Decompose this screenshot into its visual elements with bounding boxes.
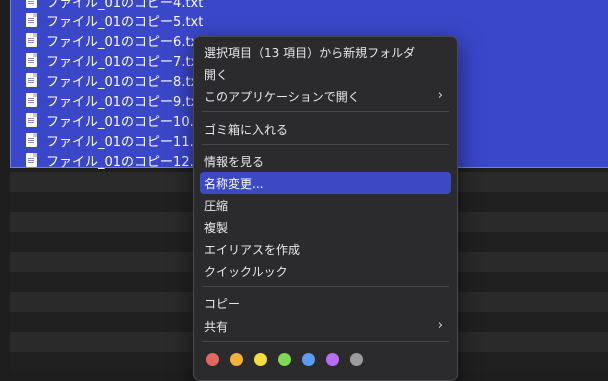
document-icon — [26, 53, 37, 67]
document-icon — [26, 73, 37, 87]
menu-item-open-with[interactable]: このアプリケーションで開く › — [200, 85, 451, 107]
menu-item-label: エイリアスを作成 — [204, 242, 301, 257]
menu-item-label: このアプリケーションで開く — [204, 89, 360, 104]
document-icon — [26, 153, 37, 167]
menu-item-quick-look[interactable]: クイックルック — [200, 260, 451, 282]
menu-item-label: クイックルック — [204, 264, 288, 279]
menu-separator — [202, 144, 449, 145]
file-name: ファイル_01のコピー11.txt — [46, 134, 212, 150]
file-name: ファイル_01のコピー7.txt — [46, 54, 204, 70]
context-menu: 選択項目（13 項目）から新規フォルダ 開く このアプリケーションで開く › ゴ… — [193, 36, 458, 381]
menu-item-label: ゴミ箱に入れる — [204, 122, 289, 137]
file-row[interactable]: ファイル_01のコピー5.txt — [26, 10, 203, 30]
tag-purple[interactable] — [326, 353, 339, 366]
menu-item-duplicate[interactable]: 複製 — [200, 216, 451, 238]
menu-item-label: 開く — [204, 67, 229, 82]
menu-item-compress[interactable]: 圧縮 — [200, 194, 451, 216]
menu-item-label: 圧縮 — [204, 198, 229, 213]
menu-item-label: 複製 — [204, 220, 229, 235]
tag-orange[interactable] — [230, 353, 243, 366]
menu-item-label: 名称変更... — [204, 176, 264, 191]
document-icon — [26, 133, 37, 147]
menu-item-move-to-trash[interactable]: ゴミ箱に入れる — [200, 118, 451, 140]
tag-color-row — [206, 353, 374, 366]
file-row[interactable]: ファイル_01のコピー11.txt — [26, 130, 212, 150]
tag-yellow[interactable] — [254, 353, 267, 366]
document-icon — [26, 93, 37, 107]
menu-item-make-alias[interactable]: エイリアスを作成 — [200, 238, 451, 260]
document-icon — [26, 33, 37, 47]
chevron-right-icon: › — [437, 318, 443, 333]
menu-item-new-folder-with-selection[interactable]: 選択項目（13 項目）から新規フォルダ — [200, 41, 451, 63]
tag-blue[interactable] — [302, 353, 315, 366]
file-name: ファイル_01のコピー6.txt — [46, 34, 204, 50]
tag-red[interactable] — [206, 353, 219, 366]
file-name: ファイル_01のコピー8.txt — [46, 74, 204, 90]
file-name: ファイル_01のコピー5.txt — [46, 14, 204, 30]
document-icon — [26, 13, 37, 27]
menu-item-open[interactable]: 開く — [200, 63, 451, 85]
menu-separator — [202, 111, 449, 112]
document-icon — [26, 0, 37, 8]
file-name: ファイル_01のコピー4.txt — [46, 0, 204, 11]
file-row[interactable]: ファイル_01のコピー12.txt — [26, 150, 212, 170]
menu-separator — [202, 341, 449, 342]
menu-item-label: コピー — [204, 296, 241, 311]
menu-separator — [202, 286, 449, 287]
document-icon — [26, 113, 37, 127]
menu-item-get-info[interactable]: 情報を見る — [200, 150, 451, 172]
file-row[interactable]: ファイル_01のコピー9.txt — [26, 90, 203, 110]
menu-item-label: 選択項目（13 項目）から新規フォルダ — [204, 45, 416, 60]
tag-gray[interactable] — [350, 353, 363, 366]
file-row[interactable]: ファイル_01のコピー6.txt — [26, 30, 203, 50]
menu-item-copy[interactable]: コピー — [200, 292, 451, 314]
file-row[interactable]: ファイル_01のコピー10.txt — [26, 110, 212, 130]
menu-item-label: 情報を見る — [204, 154, 265, 169]
file-row[interactable]: ファイル_01のコピー7.txt — [26, 50, 203, 70]
menu-item-rename[interactable]: 名称変更... — [200, 172, 451, 194]
file-name: ファイル_01のコピー9.txt — [46, 94, 204, 110]
menu-item-label: 共有 — [204, 319, 229, 334]
file-name: ファイル_01のコピー12.txt — [46, 154, 212, 170]
file-row[interactable]: ファイル_01のコピー8.txt — [26, 70, 203, 90]
file-name: ファイル_01のコピー10.txt — [46, 114, 212, 130]
chevron-right-icon: › — [437, 88, 443, 103]
tag-green[interactable] — [278, 353, 291, 366]
menu-item-share[interactable]: 共有 › — [200, 315, 451, 337]
